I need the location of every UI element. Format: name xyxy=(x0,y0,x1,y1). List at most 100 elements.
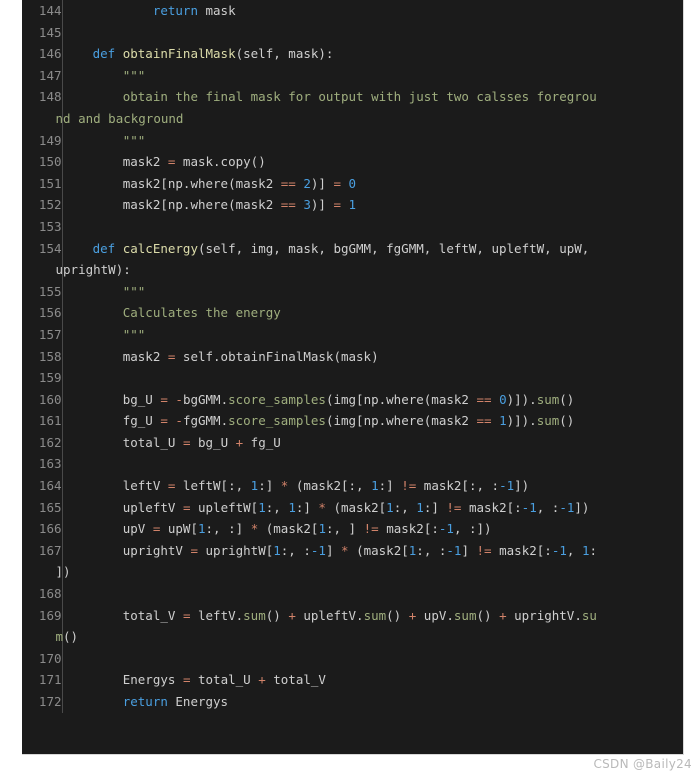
code-token-op: * xyxy=(318,499,326,515)
code-token-txt: fg_U xyxy=(243,434,281,450)
code-line[interactable]: return mask xyxy=(63,0,684,22)
code-token-op: = xyxy=(160,413,168,429)
code-token-num: -1 xyxy=(521,499,537,515)
code-token-txt: uprightV. xyxy=(506,607,582,623)
code-token-txt: :, : xyxy=(416,542,447,558)
code-token-str: """ xyxy=(122,132,146,148)
code-token-txt: mask.copy() xyxy=(175,154,266,170)
code-token-txt: mask2[:, : xyxy=(416,478,500,494)
code-line-wrapped[interactable]: uprightW): xyxy=(56,259,684,281)
line-number: 153 xyxy=(38,218,62,234)
code-token-op: = xyxy=(190,542,198,558)
code-line-list[interactable]: return mask def obtainFinalMask(self, ma… xyxy=(56,0,684,713)
code-token-txt: () xyxy=(265,607,289,623)
code-line[interactable]: leftV = leftW[:, 1:] * (mask2[:, 1:] != … xyxy=(63,475,684,497)
code-line[interactable] xyxy=(63,367,684,389)
code-line[interactable] xyxy=(63,22,684,44)
code-token-num: 1 xyxy=(258,499,266,515)
code-token-txt: :] xyxy=(258,478,281,494)
code-line[interactable]: """ xyxy=(63,324,684,346)
code-token-txt: (mask2[ xyxy=(258,521,319,537)
line-number-list: 1441451461471481481491501511521531541541… xyxy=(22,0,62,713)
code-token-txt: total_U xyxy=(122,434,183,450)
code-token-num: 1 xyxy=(273,542,281,558)
code-token-op: != xyxy=(446,499,462,515)
code-line[interactable]: def obtainFinalMask(self, mask): xyxy=(63,43,684,65)
code-table-row: 1441451461471481481491501511521531541541… xyxy=(22,0,683,713)
code-token-txt: mask2[np.where(mask2 xyxy=(122,197,281,213)
code-token-num: 1 xyxy=(416,499,424,515)
code-token-txt: (self, img, mask, bgGMM, fgGMM, leftW, u… xyxy=(197,240,590,256)
code-token-txt: mask2[: xyxy=(461,499,522,515)
code-line[interactable]: """ xyxy=(63,130,684,152)
code-token-txt: uprightW[ xyxy=(197,542,274,558)
code-token-str: nd and background xyxy=(55,110,184,126)
line-number: 152 xyxy=(38,197,62,213)
code-line[interactable]: total_V = leftV.sum() + upleftV.sum() + … xyxy=(63,605,684,627)
code-token-meth: su xyxy=(581,607,597,623)
code-line[interactable]: mask2[np.where(mask2 == 2)] = 0 xyxy=(63,173,684,195)
code-line[interactable] xyxy=(63,648,684,670)
code-line[interactable]: return Energys xyxy=(63,691,684,713)
code-token-txt: (mask2[ xyxy=(348,542,409,558)
code-token-txt: upV. xyxy=(416,607,454,623)
code-line[interactable]: bg_U = -bgGMM.score_samples(img[np.where… xyxy=(63,389,684,411)
line-number: 144 xyxy=(38,3,62,18)
code-line[interactable]: mask2[np.where(mask2 == 3)] = 1 xyxy=(63,194,684,216)
code-line-wrapped[interactable]: ]) xyxy=(56,561,684,583)
code-token-txt: , : xyxy=(536,499,560,515)
code-line[interactable]: Calculates the energy xyxy=(63,302,684,324)
code-line[interactable]: """ xyxy=(63,281,684,303)
code-token-txt: bg_U xyxy=(122,391,161,407)
line-number: 161 xyxy=(38,413,62,429)
code-token-txt: :] xyxy=(295,499,319,515)
line-number: 168 xyxy=(38,586,62,602)
code-block[interactable]: 1441451461471481481491501511521531541541… xyxy=(22,0,684,755)
code-line[interactable]: obtain the final mask for output with ju… xyxy=(63,86,684,108)
code-line-wrapped[interactable]: m() xyxy=(56,626,684,648)
code-line[interactable]: uprightV = uprightW[1:, :-1] * (mask2[1:… xyxy=(63,540,684,562)
code-token-kw: return xyxy=(122,694,168,709)
code-token-txt: bg_U xyxy=(190,434,236,450)
code-token-txt: total_V xyxy=(122,607,183,623)
code-token-txt: )] xyxy=(310,175,334,191)
code-line[interactable]: fg_U = -fgGMM.score_samples(img[np.where… xyxy=(63,410,684,432)
code-token-meth: m xyxy=(55,629,64,645)
code-line[interactable]: mask2 = self.obtainFinalMask(mask) xyxy=(63,346,684,368)
code-line[interactable]: """ xyxy=(63,65,684,87)
code-table: 1441451461471481481491501511521531541541… xyxy=(22,0,683,713)
code-line[interactable]: Energys = total_U + total_V xyxy=(63,669,684,691)
code-line[interactable] xyxy=(63,583,684,605)
code-content-column[interactable]: return mask def obtainFinalMask(self, ma… xyxy=(56,0,684,713)
code-line-wrapped[interactable]: nd and background xyxy=(56,108,684,130)
code-token-op: + xyxy=(288,607,296,623)
code-token-op: = xyxy=(333,197,341,213)
code-token-txt: () xyxy=(476,607,500,623)
code-line[interactable] xyxy=(63,453,684,475)
code-token-meth: sum xyxy=(363,607,387,623)
code-token-txt: uprightW): xyxy=(55,262,131,278)
code-token-op: + xyxy=(499,607,507,623)
code-token-str: """ xyxy=(122,67,146,83)
code-token-txt: (img[np.where(mask2 xyxy=(325,413,477,429)
code-token-op: * xyxy=(341,542,349,558)
code-token-txt: :] xyxy=(423,499,447,515)
code-token-txt: Energys xyxy=(167,694,229,709)
line-number: 172 xyxy=(38,694,62,709)
line-number: 160 xyxy=(38,391,62,407)
code-token-num: 0 xyxy=(499,391,507,407)
code-line[interactable]: upleftV = upleftW[1:, 1:] * (mask2[1:, 1… xyxy=(63,497,684,519)
line-number: 158 xyxy=(38,348,62,364)
code-line[interactable]: total_U = bg_U + fg_U xyxy=(63,432,684,454)
code-line[interactable]: mask2 = mask.copy() xyxy=(63,151,684,173)
code-token-meth: sum xyxy=(536,413,560,429)
code-token-txt: self.obtainFinalMask(mask) xyxy=(175,348,379,364)
code-token-txt: upleftW[ xyxy=(190,499,259,515)
code-line[interactable]: def calcEnergy(self, img, mask, bgGMM, f… xyxy=(63,238,684,260)
code-token-txt: , :]) xyxy=(453,521,492,537)
code-token-num: -1 xyxy=(559,499,575,515)
code-line[interactable]: upV = upW[1:, :] * (mask2[1:, ] != mask2… xyxy=(63,518,684,540)
code-line[interactable] xyxy=(63,216,684,238)
